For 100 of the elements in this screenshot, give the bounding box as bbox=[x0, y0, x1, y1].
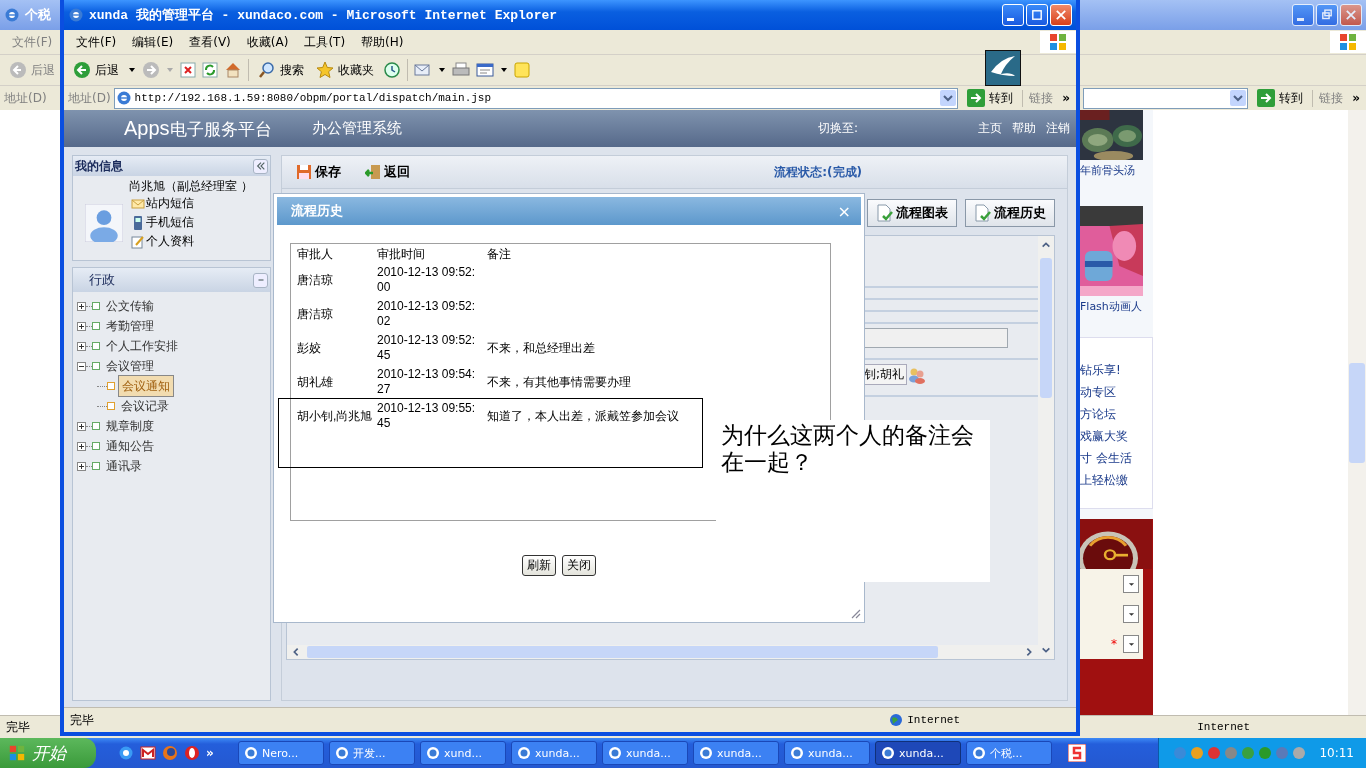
fox-globe-icon[interactable] bbox=[162, 745, 178, 761]
mail-icon[interactable] bbox=[140, 745, 156, 761]
dropdown-field[interactable] bbox=[1123, 575, 1139, 594]
menu-item[interactable]: 编辑(E) bbox=[126, 31, 180, 53]
app-logo: Apps电子服务平台 bbox=[124, 116, 272, 141]
expander-icon[interactable] bbox=[77, 461, 86, 471]
browser-icon[interactable] bbox=[118, 745, 134, 761]
expander-icon[interactable] bbox=[77, 361, 86, 371]
tree-item[interactable]: 通知公告 bbox=[103, 436, 157, 456]
tree-item[interactable]: 会议管理 bbox=[103, 356, 157, 376]
taskbar-button[interactable]: 开发... bbox=[329, 741, 415, 765]
taskbar-button[interactable]: xunda... bbox=[784, 741, 870, 765]
address-field[interactable]: http://192.168.1.59:8080/obpm/portal/dispatch/main.jsp bbox=[113, 87, 959, 109]
scrollbar-thumb[interactable] bbox=[307, 646, 938, 658]
taskbar-button[interactable]: xunda... bbox=[693, 741, 779, 765]
nav-link[interactable]: 主页 bbox=[978, 120, 1002, 137]
more-chevron[interactable]: » bbox=[206, 746, 214, 760]
caret-icon[interactable] bbox=[128, 66, 136, 74]
caret-icon[interactable] bbox=[500, 66, 508, 74]
more-chevron[interactable]: » bbox=[1352, 91, 1362, 105]
close-button[interactable] bbox=[1340, 4, 1362, 26]
app-icon bbox=[335, 746, 349, 760]
news-link[interactable]: 动专区 bbox=[1080, 384, 1152, 401]
resize-grip-icon[interactable] bbox=[849, 607, 861, 619]
tree-item[interactable]: 个人工作安排 bbox=[103, 336, 181, 356]
nav-link[interactable]: 注销 bbox=[1046, 120, 1070, 137]
swoosh-icon[interactable] bbox=[985, 50, 1021, 86]
refresh-icon[interactable] bbox=[202, 62, 218, 78]
expander-icon[interactable] bbox=[77, 421, 86, 431]
menu-item[interactable]: 工具(T) bbox=[298, 31, 352, 53]
print-icon[interactable] bbox=[452, 61, 470, 79]
tree-item[interactable]: 规章制度 bbox=[103, 416, 157, 436]
news-link[interactable]: 方论坛 bbox=[1080, 406, 1152, 423]
scrollbar-thumb[interactable] bbox=[1349, 362, 1365, 463]
news-caption[interactable]: 年前骨头汤 bbox=[1080, 160, 1153, 181]
collapse-button[interactable] bbox=[253, 272, 268, 288]
ring-icon[interactable] bbox=[184, 745, 200, 761]
toolbar-button[interactable]: 保存 bbox=[290, 161, 347, 183]
taskbar-button[interactable]: Nero... bbox=[238, 741, 324, 765]
go-button[interactable]: 转到 bbox=[961, 89, 1020, 107]
vertical-scrollbar[interactable] bbox=[1348, 110, 1366, 715]
nav-link[interactable]: 帮助 bbox=[1012, 120, 1036, 137]
info-link[interactable]: 站内短信 bbox=[131, 195, 194, 212]
menu-item[interactable]: 查看(V) bbox=[183, 31, 237, 53]
news-caption[interactable]: Flash动画人 bbox=[1080, 296, 1153, 317]
taskbar-button[interactable]: xund... bbox=[420, 741, 506, 765]
minimize-button[interactable] bbox=[1292, 4, 1314, 26]
home-icon[interactable] bbox=[224, 61, 242, 79]
taskbar-button[interactable]: 个税... bbox=[966, 741, 1052, 765]
info-link[interactable]: 手机短信 bbox=[131, 214, 194, 231]
tree-item[interactable]: 通讯录 bbox=[103, 456, 145, 476]
menu-item[interactable]: 文件(F) bbox=[70, 31, 123, 53]
go-button[interactable]: 转到 bbox=[1251, 89, 1310, 107]
page-icon bbox=[115, 90, 132, 106]
stop-icon[interactable] bbox=[180, 62, 196, 78]
dropdown-field[interactable] bbox=[1123, 635, 1139, 654]
expander-icon[interactable] bbox=[77, 301, 86, 311]
close-button[interactable] bbox=[1050, 4, 1072, 26]
maximize-button[interactable] bbox=[1026, 4, 1048, 26]
news-link[interactable]: 寸 会生活 bbox=[1080, 450, 1152, 467]
table-cell-text: 2010-12-13 09:54:27 bbox=[377, 367, 477, 397]
menu-item[interactable]: 帮助(H) bbox=[355, 31, 410, 53]
flow-button[interactable]: 流程图表 bbox=[867, 199, 957, 227]
search-button[interactable]: 搜索 bbox=[255, 59, 307, 81]
history-icon[interactable] bbox=[383, 61, 401, 79]
caret-icon[interactable] bbox=[438, 66, 446, 74]
dialog-button[interactable]: 关闭 bbox=[562, 555, 596, 576]
tree-item[interactable]: 考勤管理 bbox=[103, 316, 157, 336]
expander-icon[interactable] bbox=[77, 441, 86, 451]
dropdown-caret-icon[interactable] bbox=[940, 90, 957, 106]
info-link[interactable]: 个人资料 bbox=[131, 233, 194, 250]
taskbar-button[interactable]: xunda... bbox=[511, 741, 597, 765]
expander-icon[interactable] bbox=[77, 341, 86, 351]
favorites-button[interactable]: 收藏夹 bbox=[313, 59, 377, 81]
input-method-icon[interactable] bbox=[1068, 744, 1086, 762]
expander-icon[interactable] bbox=[77, 321, 86, 331]
toolbar-button[interactable]: 返回 bbox=[359, 161, 416, 183]
news-link[interactable]: 上轻松缴 bbox=[1080, 472, 1152, 489]
restore-button[interactable] bbox=[1316, 4, 1338, 26]
taskbar-button[interactable]: xunda... bbox=[602, 741, 688, 765]
news-link[interactable]: 钻乐享! bbox=[1080, 362, 1152, 379]
dropdown-caret-icon[interactable] bbox=[1230, 90, 1247, 106]
minimize-button[interactable] bbox=[1002, 4, 1024, 26]
collapse-button[interactable] bbox=[253, 158, 268, 174]
menu-item[interactable]: 收藏(A) bbox=[240, 31, 295, 53]
tree-item[interactable]: 公文传输 bbox=[103, 296, 157, 316]
back-button[interactable]: 后退 bbox=[70, 59, 122, 81]
dialog-button[interactable]: 刷新 bbox=[522, 555, 556, 576]
taskbar-button[interactable]: xunda... bbox=[875, 741, 961, 765]
tree-item[interactable]: 会议记录 bbox=[118, 396, 172, 416]
address-field[interactable] bbox=[1082, 87, 1249, 109]
dropdown-field[interactable] bbox=[1123, 605, 1139, 624]
more-chevron[interactable]: » bbox=[1062, 91, 1072, 105]
scrollbar-thumb[interactable] bbox=[1040, 258, 1052, 398]
news-link[interactable]: 戏赢大奖 bbox=[1080, 428, 1152, 445]
vertical-scrollbar[interactable] bbox=[1038, 236, 1054, 659]
flow-button[interactable]: 流程历史 bbox=[965, 199, 1055, 227]
tree-item[interactable]: 会议通知 bbox=[118, 375, 174, 397]
edit-icon[interactable] bbox=[476, 61, 494, 79]
horizontal-scrollbar[interactable] bbox=[287, 645, 1038, 659]
